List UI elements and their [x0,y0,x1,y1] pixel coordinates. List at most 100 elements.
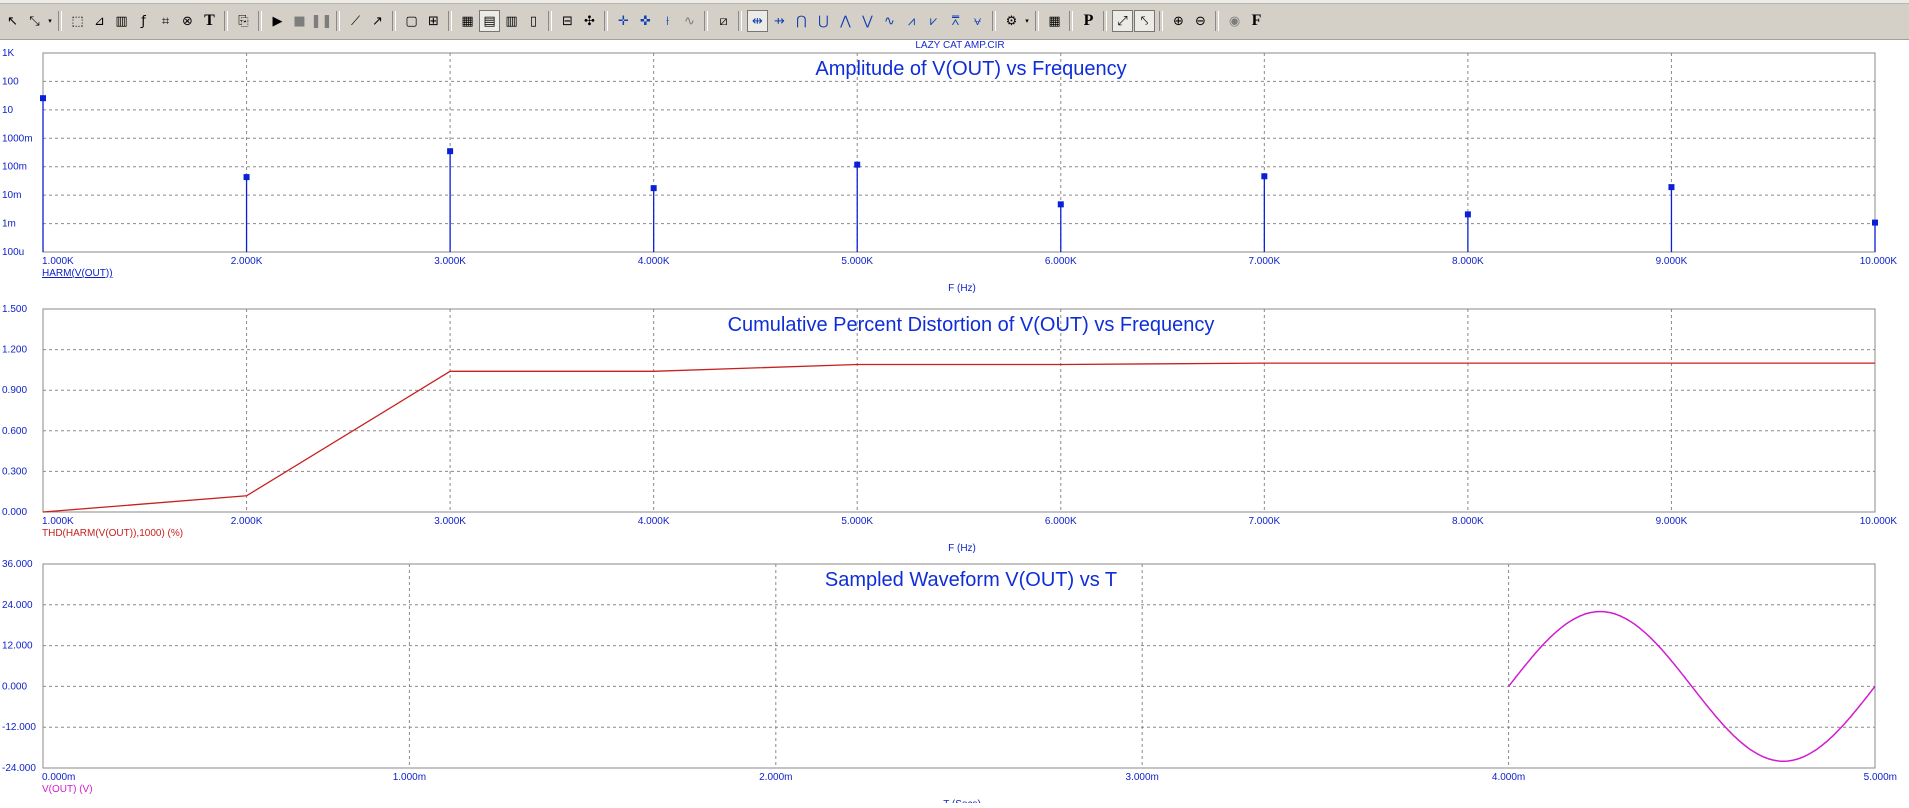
valley-icon[interactable]: ⋃ [813,10,834,32]
y-tick-label: 1K [2,48,15,59]
high-icon[interactable]: ⋀ [835,10,856,32]
line-icon[interactable]: ⟋ [345,10,366,32]
stop-icon[interactable]: ■ [289,10,310,32]
select-arrow-icon[interactable]: ↖ [2,10,23,32]
y-tick-label: 100 [2,76,19,87]
pause-icon[interactable]: ❚❚ [311,10,333,32]
graph-select-icon[interactable]: ⬚ [67,10,88,32]
vgrid-icon[interactable]: ▥ [501,10,522,32]
right-cursor-icon[interactable]: ⇸ [769,10,790,32]
sample-icon[interactable]: ∿ [679,10,700,32]
delete-trace-icon[interactable]: ⊗ [177,10,198,32]
plot-title: Sampled Waveform V(OUT) vs T [825,569,1117,591]
global-high-icon[interactable]: ⩘ [901,10,922,32]
plot-panel-thd[interactable]: 1.500 1.200 0.900 0.600 0.300 0.000 1.000K 2.00… [2,304,1897,554]
harmonic-point [1261,173,1268,180]
cursor-mode-icon[interactable]: ⧄ [713,10,734,32]
plot-frame [42,52,1876,253]
font-icon[interactable]: F [1246,10,1267,32]
slope-cursor-icon[interactable]: ⟊ [657,10,678,32]
x-tick-label: 1.000m [393,772,426,783]
data-points-icon[interactable]: ✣ [579,10,600,32]
run-icon[interactable]: ▶ [267,10,288,32]
toolbar-separator [336,11,340,31]
bar-graph-icon[interactable]: ▥ [111,10,132,32]
left-cursor-icon[interactable]: ⇹ [747,10,768,32]
harmonic-point [243,174,250,181]
plot-canvas[interactable]: 1K 100 10 1000m 100m 10m 1m 100u 1.000K 2.000K 3.0… [0,40,1909,808]
plot-frame [42,308,1876,513]
y-tick-label: 1.200 [2,345,27,356]
scale-dropdown-icon[interactable]: ▾ [46,10,54,32]
axis-scale-icon[interactable]: ⤣ [1134,10,1155,32]
y-tick-label: 0.000 [2,681,27,692]
table-icon[interactable]: ▦ [1044,10,1065,32]
plot-title: Cumulative Percent Distortion of V(OUT) … [728,314,1215,336]
inflection-icon[interactable]: ∿ [879,10,900,32]
axis-autoscale-icon[interactable]: ⤢ [1112,10,1133,32]
x-tick-label: 2.000K [231,256,263,267]
thd-trace [42,362,1875,513]
arrow-line-icon[interactable]: ↗ [367,10,388,32]
plot-panel-waveform[interactable]: 36.000 24.000 12.000 0.000 -12.000 -24.000 0.0… [2,559,1897,808]
peak-icon[interactable]: ⋂ [791,10,812,32]
toolbar-separator [1159,11,1163,31]
x-tick-label: 5.000K [841,256,873,267]
harmonic-point [40,95,46,102]
y-tick-label: 1000m [2,133,33,144]
settings-disc-icon[interactable]: ◉ [1224,10,1245,32]
toolbar-top-border [0,0,1909,4]
copy-plot-icon[interactable]: ⎘ [233,10,254,32]
text-tool-icon[interactable]: T [199,10,220,32]
toolbar-separator [1103,11,1107,31]
valley-cursor-icon[interactable]: ✜ [635,10,656,32]
x-tick-label: 7.000K [1248,256,1280,267]
hgrid-icon[interactable]: ▤ [479,10,500,32]
y-tick-label: 0.600 [2,426,27,437]
graph-area-icon[interactable]: ⊿ [89,10,110,32]
plot-window[interactable]: 1K 100 10 1000m 100m 10m 1m 100u 1.000K 2.000K 3.0… [0,40,1909,808]
plot-title: Amplitude of V(OUT) vs Frequency [815,58,1126,80]
x-tick-label: 2.000K [231,516,263,527]
harmonic-point [1872,219,1878,226]
x-tick-label: 6.000K [1045,256,1077,267]
toolbar-separator [58,11,62,31]
peak-cursor-icon[interactable]: ✛ [613,10,634,32]
trace-label: HARM(V(OUT)) [42,268,113,279]
top-icon[interactable]: ⩞ [945,10,966,32]
zoom-in-icon[interactable]: ⊕ [1168,10,1189,32]
tokens-icon[interactable]: ⊟ [557,10,578,32]
grid-icon[interactable]: ⊞ [423,10,444,32]
y-tick-label: 0.300 [2,466,27,477]
plot-grid [43,309,1875,512]
plot-panel-harmonics[interactable]: 1K 100 10 1000m 100m 10m 1m 100u 1.000K 2.000K 3.0… [2,48,1897,294]
y-tick-label: 0.000 [2,507,27,518]
probe-icon[interactable]: ⚙ [1001,10,1022,32]
cursor-trace-icon[interactable]: ⌗ [155,10,176,32]
trace-icon[interactable]: ƒ [133,10,154,32]
x-tick-label: 8.000K [1452,256,1484,267]
x-tick-label: 3.000m [1126,772,1159,783]
x-tick-label: 0.000m [42,772,75,783]
y-tick-label: -24.000 [2,763,36,774]
harmonic-point [1464,211,1471,218]
probe-dropdown-icon[interactable]: ▾ [1023,10,1031,32]
frame-icon[interactable]: ▢ [401,10,422,32]
x-tick-label: 10.000K [1860,516,1898,527]
toolbar-separator [738,11,742,31]
p-label-icon[interactable]: P [1078,10,1099,32]
minor-grid-icon[interactable]: ▦ [457,10,478,32]
toolbar-separator [704,11,708,31]
low-icon[interactable]: ⋁ [857,10,878,32]
trace-label: THD(HARM(V(OUT)),1000) (%) [42,528,183,539]
toolbar-separator [1215,11,1219,31]
y-tick-label: 100u [2,247,24,258]
bottom-icon[interactable]: ⩝ [967,10,988,32]
toolbar-separator [548,11,552,31]
global-low-icon[interactable]: ⩗ [923,10,944,32]
no-grid-icon[interactable]: ▯ [523,10,544,32]
zoom-out-icon[interactable]: ⊖ [1190,10,1211,32]
plot-grid [43,53,1875,252]
toolbar-buttons: ↖ ⤡ ▾ ⬚ ⊿ ▥ ƒ ⌗ ⊗ T ⎘ ▶ ■ ❚❚ ⟋ ↗ ▢ ⊞ ▦ ▤ ▥ ▯ ⊟ ✣ ✛ ✜ ⟊ ∿ ⧄ ⇹ ⇸ ⋂ ⋃ ⋀ ⋁ ∿ ⩘ ⩗ ⩞… [2,9,1268,33]
scale-icon[interactable]: ⤡ [24,10,45,32]
